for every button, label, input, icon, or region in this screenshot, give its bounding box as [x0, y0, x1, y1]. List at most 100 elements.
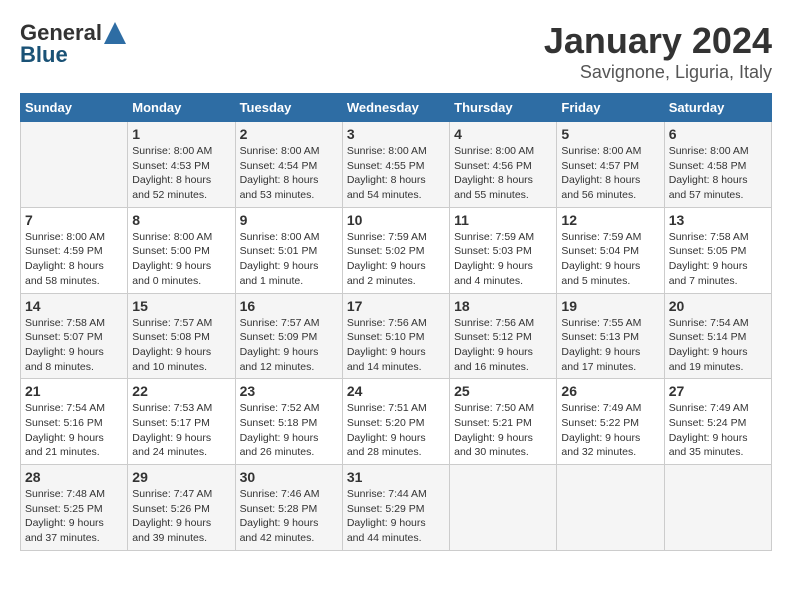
column-header-wednesday: Wednesday: [342, 94, 449, 122]
calendar-cell: 1 Sunrise: 8:00 AMSunset: 4:53 PMDaylight…: [128, 122, 235, 208]
calendar-cell: 12Sunrise: 7:59 AMSunset: 5:04 PMDayligh…: [557, 207, 664, 293]
day-number: 26: [561, 383, 659, 399]
day-number: 19: [561, 298, 659, 314]
day-info: Sunrise: 7:58 AMSunset: 5:05 PMDaylight:…: [669, 230, 767, 289]
day-number: 20: [669, 298, 767, 314]
day-info: Sunrise: 8:00 AMSunset: 4:54 PMDaylight:…: [240, 144, 338, 203]
day-number: 22: [132, 383, 230, 399]
calendar-body: 1 Sunrise: 8:00 AMSunset: 4:53 PMDaylight…: [21, 122, 772, 551]
day-number: 16: [240, 298, 338, 314]
day-info: Sunrise: 7:59 AMSunset: 5:03 PMDaylight:…: [454, 230, 552, 289]
day-info: Sunrise: 7:46 AMSunset: 5:28 PMDaylight:…: [240, 487, 338, 546]
day-number: 9: [240, 212, 338, 228]
day-info: Sunrise: 7:54 AMSunset: 5:16 PMDaylight:…: [25, 401, 123, 460]
calendar-cell: 28Sunrise: 7:48 AMSunset: 5:25 PMDayligh…: [21, 465, 128, 551]
day-info: Sunrise: 7:51 AMSunset: 5:20 PMDaylight:…: [347, 401, 445, 460]
day-info: Sunrise: 8:00 AMSunset: 4:57 PMDaylight:…: [561, 144, 659, 203]
day-info: Sunrise: 7:49 AMSunset: 5:22 PMDaylight:…: [561, 401, 659, 460]
day-number: 11: [454, 212, 552, 228]
day-info: Sunrise: 7:56 AMSunset: 5:12 PMDaylight:…: [454, 316, 552, 375]
location-title: Savignone, Liguria, Italy: [544, 62, 772, 83]
logo: General Blue: [20, 20, 126, 68]
calendar-cell: 27 Sunrise: 7:49 AMSunset: 5:24 PMDayligh…: [664, 379, 771, 465]
day-number: 15: [132, 298, 230, 314]
calendar-cell: 15 Sunrise: 7:57 AMSunset: 5:08 PMDayligh…: [128, 293, 235, 379]
day-number: 13: [669, 212, 767, 228]
day-info: Sunrise: 8:00 AMSunset: 4:59 PMDaylight:…: [25, 230, 123, 289]
calendar-cell: 25 Sunrise: 7:50 AMSunset: 5:21 PMDayligh…: [450, 379, 557, 465]
day-info: Sunrise: 7:56 AMSunset: 5:10 PMDaylight:…: [347, 316, 445, 375]
calendar-week-row: 21 Sunrise: 7:54 AMSunset: 5:16 PMDayligh…: [21, 379, 772, 465]
calendar-cell: 5 Sunrise: 8:00 AMSunset: 4:57 PMDaylight…: [557, 122, 664, 208]
column-header-saturday: Saturday: [664, 94, 771, 122]
calendar-cell: 8 Sunrise: 8:00 AMSunset: 5:00 PMDaylight…: [128, 207, 235, 293]
column-header-thursday: Thursday: [450, 94, 557, 122]
day-number: 10: [347, 212, 445, 228]
day-number: 31: [347, 469, 445, 485]
calendar-cell: 17 Sunrise: 7:56 AMSunset: 5:10 PMDayligh…: [342, 293, 449, 379]
calendar-cell: 4 Sunrise: 8:00 AMSunset: 4:56 PMDaylight…: [450, 122, 557, 208]
calendar-cell: 10 Sunrise: 7:59 AMSunset: 5:02 PMDayligh…: [342, 207, 449, 293]
day-info: Sunrise: 7:54 AMSunset: 5:14 PMDaylight:…: [669, 316, 767, 375]
day-number: 27: [669, 383, 767, 399]
calendar-cell: 18 Sunrise: 7:56 AMSunset: 5:12 PMDayligh…: [450, 293, 557, 379]
calendar-cell: 9Sunrise: 8:00 AMSunset: 5:01 PMDaylight…: [235, 207, 342, 293]
day-number: 7: [25, 212, 123, 228]
calendar-cell: 26 Sunrise: 7:49 AMSunset: 5:22 PMDayligh…: [557, 379, 664, 465]
calendar-cell: 2 Sunrise: 8:00 AMSunset: 4:54 PMDaylight…: [235, 122, 342, 208]
column-header-friday: Friday: [557, 94, 664, 122]
calendar-cell: 20 Sunrise: 7:54 AMSunset: 5:14 PMDayligh…: [664, 293, 771, 379]
column-header-sunday: Sunday: [21, 94, 128, 122]
calendar-cell: 31Sunrise: 7:44 AMSunset: 5:29 PMDayligh…: [342, 465, 449, 551]
calendar-cell: 23Sunrise: 7:52 AMSunset: 5:18 PMDayligh…: [235, 379, 342, 465]
day-number: 4: [454, 126, 552, 142]
calendar-cell: [664, 465, 771, 551]
day-number: 17: [347, 298, 445, 314]
logo-triangle-icon: [104, 22, 126, 44]
day-number: 24: [347, 383, 445, 399]
day-info: Sunrise: 8:00 AMSunset: 5:00 PMDaylight:…: [132, 230, 230, 289]
day-number: 23: [240, 383, 338, 399]
calendar-cell: [21, 122, 128, 208]
day-number: 21: [25, 383, 123, 399]
day-number: 25: [454, 383, 552, 399]
day-info: Sunrise: 8:00 AMSunset: 4:53 PMDaylight:…: [132, 144, 230, 203]
day-number: 2: [240, 126, 338, 142]
day-number: 8: [132, 212, 230, 228]
page-header: General Blue January 2024 Savignone, Lig…: [20, 20, 772, 83]
title-section: January 2024 Savignone, Liguria, Italy: [544, 20, 772, 83]
logo-blue-text: Blue: [20, 42, 68, 68]
calendar-cell: 21 Sunrise: 7:54 AMSunset: 5:16 PMDayligh…: [21, 379, 128, 465]
day-info: Sunrise: 7:53 AMSunset: 5:17 PMDaylight:…: [132, 401, 230, 460]
calendar-cell: 19 Sunrise: 7:55 AMSunset: 5:13 PMDayligh…: [557, 293, 664, 379]
calendar-cell: 6Sunrise: 8:00 AMSunset: 4:58 PMDaylight…: [664, 122, 771, 208]
day-info: Sunrise: 8:00 AMSunset: 4:56 PMDaylight:…: [454, 144, 552, 203]
calendar-cell: 7 Sunrise: 8:00 AMSunset: 4:59 PMDaylight…: [21, 207, 128, 293]
calendar-cell: [450, 465, 557, 551]
calendar-header-row: SundayMondayTuesdayWednesdayThursdayFrid…: [21, 94, 772, 122]
column-header-tuesday: Tuesday: [235, 94, 342, 122]
day-number: 28: [25, 469, 123, 485]
day-info: Sunrise: 7:59 AMSunset: 5:02 PMDaylight:…: [347, 230, 445, 289]
column-header-monday: Monday: [128, 94, 235, 122]
day-info: Sunrise: 7:47 AMSunset: 5:26 PMDaylight:…: [132, 487, 230, 546]
day-number: 5: [561, 126, 659, 142]
calendar-cell: [557, 465, 664, 551]
calendar-cell: 3Sunrise: 8:00 AMSunset: 4:55 PMDaylight…: [342, 122, 449, 208]
day-info: Sunrise: 7:55 AMSunset: 5:13 PMDaylight:…: [561, 316, 659, 375]
day-info: Sunrise: 7:50 AMSunset: 5:21 PMDaylight:…: [454, 401, 552, 460]
day-number: 29: [132, 469, 230, 485]
calendar-cell: 13 Sunrise: 7:58 AMSunset: 5:05 PMDayligh…: [664, 207, 771, 293]
calendar-cell: 29 Sunrise: 7:47 AMSunset: 5:26 PMDayligh…: [128, 465, 235, 551]
day-number: 12: [561, 212, 659, 228]
day-info: Sunrise: 7:58 AMSunset: 5:07 PMDaylight:…: [25, 316, 123, 375]
calendar-cell: 11 Sunrise: 7:59 AMSunset: 5:03 PMDayligh…: [450, 207, 557, 293]
day-number: 18: [454, 298, 552, 314]
day-info: Sunrise: 7:57 AMSunset: 5:09 PMDaylight:…: [240, 316, 338, 375]
calendar-week-row: 14 Sunrise: 7:58 AMSunset: 5:07 PMDayligh…: [21, 293, 772, 379]
day-info: Sunrise: 7:49 AMSunset: 5:24 PMDaylight:…: [669, 401, 767, 460]
day-info: Sunrise: 7:57 AMSunset: 5:08 PMDaylight:…: [132, 316, 230, 375]
day-number: 1: [132, 126, 230, 142]
day-number: 14: [25, 298, 123, 314]
month-title: January 2024: [544, 20, 772, 62]
